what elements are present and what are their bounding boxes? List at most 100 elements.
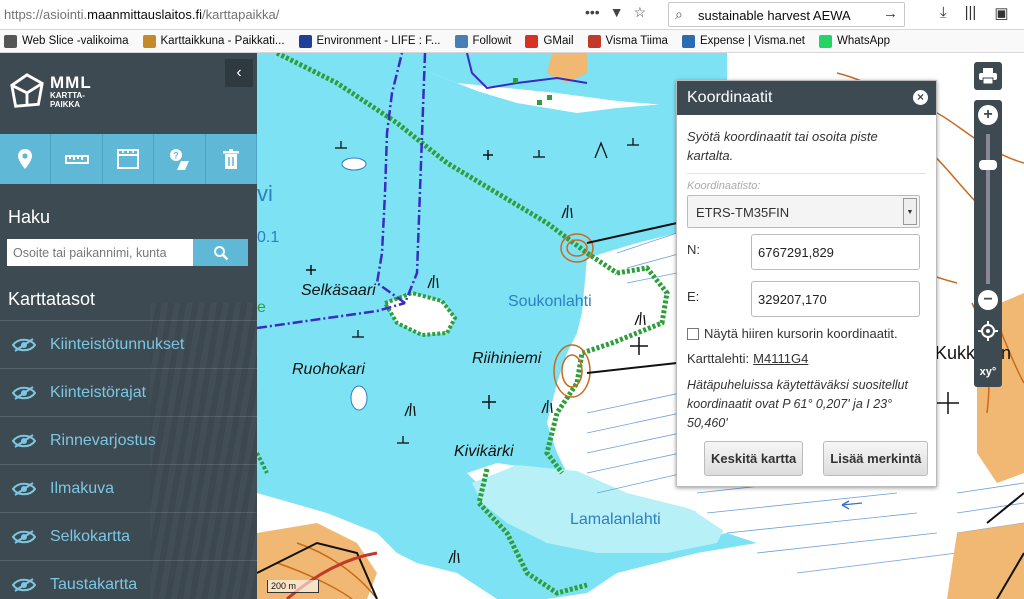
browser-toolbar: https://asiointi.maanmittauslaitos.fi/ka… xyxy=(0,0,1024,30)
place-search-button[interactable] xyxy=(193,239,248,266)
layer-label: Kiinteistörajat xyxy=(50,383,147,401)
e-label: E: xyxy=(687,289,700,304)
n-label: N: xyxy=(687,242,700,257)
visibility-eye-icon[interactable] xyxy=(12,337,36,352)
bookmark-star-icon[interactable]: ☆ xyxy=(634,4,647,21)
bookmark-favicon-icon xyxy=(525,34,539,48)
layer-item[interactable]: Kiinteistötunnukset xyxy=(0,320,257,368)
logo-subtitle-2: PAIKKA xyxy=(50,99,81,109)
sidebar-toggle-icon[interactable]: ▣ xyxy=(994,4,1008,22)
bookmark-item[interactable]: WhatsApp xyxy=(819,34,890,48)
address-bar[interactable]: https://asiointi.maanmittauslaitos.fi/ka… xyxy=(4,7,279,22)
coordinate-system-value: ETRS-TM35FIN xyxy=(696,205,790,220)
label-ruohokari: Ruohokari xyxy=(292,361,365,378)
tool-location[interactable] xyxy=(0,134,52,184)
layer-item[interactable]: Selkokartta xyxy=(0,512,257,560)
zoom-in-button[interactable]: + xyxy=(978,105,998,125)
tool-measure-distance[interactable] xyxy=(51,134,103,184)
bookmark-item[interactable]: Expense | Visma.net xyxy=(681,34,805,48)
layer-label: Kiinteistötunnukset xyxy=(50,335,185,353)
layer-item[interactable]: Kiinteistörajat xyxy=(0,368,257,416)
sidebar: MML KARTTA- PAIKKA ‹ ? Haku Karttatasot … xyxy=(0,53,257,599)
visibility-eye-icon[interactable] xyxy=(12,481,36,496)
visibility-eye-icon[interactable] xyxy=(12,385,36,400)
magnifier-icon xyxy=(213,245,228,260)
coordinate-system-select[interactable]: ETRS-TM35FIN ▼ xyxy=(687,195,920,228)
bookmark-item[interactable]: GMail xyxy=(525,34,574,48)
n-coordinate-input[interactable] xyxy=(751,234,920,270)
bookmark-favicon-icon xyxy=(454,34,468,48)
mml-logo-icon xyxy=(10,73,44,108)
go-arrow-icon[interactable]: → xyxy=(883,5,898,22)
layer-item[interactable]: Ilmakuva xyxy=(0,464,257,512)
center-map-button[interactable]: Keskitä kartta xyxy=(704,441,804,476)
e-coordinate-input[interactable] xyxy=(751,281,920,317)
layer-label: Rinnevarjostus xyxy=(50,431,156,449)
url-prefix: https://asiointi. xyxy=(4,7,88,22)
place-search-input[interactable] xyxy=(7,239,193,266)
tool-row: ? xyxy=(0,134,257,184)
tool-help-location[interactable]: ? xyxy=(154,134,206,184)
layer-item[interactable]: Taustakartta xyxy=(0,560,257,599)
scale-bar: 200 m xyxy=(267,580,319,593)
popup-title: Koordinaatit xyxy=(687,89,773,106)
bookmark-label: Visma Tiima xyxy=(605,35,668,47)
layer-list: Kiinteistötunnukset Kiinteistörajat Rinnev… xyxy=(0,320,257,599)
crosshair-icon xyxy=(978,321,998,341)
layer-label: Ilmakuva xyxy=(50,479,115,497)
add-marker-button[interactable]: Lisää merkintä xyxy=(823,441,929,476)
coordinates-tool-button[interactable]: xy° xyxy=(976,362,1000,382)
search-text: sustainable harvest AEWA xyxy=(698,8,851,23)
label-selkasaari: Selkäsaari xyxy=(301,282,376,299)
bookmark-favicon-icon xyxy=(142,34,156,48)
popup-close-button[interactable]: × xyxy=(913,90,928,105)
map-sheet-link[interactable]: M4111G4 xyxy=(753,351,808,366)
bookmark-item[interactable]: Web Slice -valikoima xyxy=(4,34,129,48)
label-lamalanlahti: Lamalanlahti xyxy=(570,511,661,528)
print-button[interactable] xyxy=(974,62,1002,90)
bookmark-favicon-icon xyxy=(587,34,601,48)
ruler-icon xyxy=(64,155,89,164)
bookmark-favicon-icon xyxy=(819,34,832,48)
bookmark-item[interactable]: Karttaikkuna - Paikkati... xyxy=(142,34,285,48)
show-cursor-coordinates-checkbox[interactable] xyxy=(687,327,699,340)
label-fragment-01: 0.1 xyxy=(257,229,280,246)
url-path: /karttapaikka/ xyxy=(202,7,280,22)
search-icon: ⌕ xyxy=(675,6,683,22)
layer-item[interactable]: Rinnevarjostus xyxy=(0,416,257,464)
zoom-control: + − xy° xyxy=(974,100,1002,387)
search-box[interactable]: ⌕ sustainable harvest AEWA → xyxy=(668,2,905,27)
visibility-eye-icon[interactable] xyxy=(12,577,36,592)
zoom-out-button[interactable]: − xyxy=(978,290,998,310)
collapse-sidebar-button[interactable]: ‹ xyxy=(225,59,253,87)
close-icon: × xyxy=(916,90,924,104)
url-domain: maanmittauslaitos.fi xyxy=(87,7,202,22)
area-ruler-icon xyxy=(116,149,139,169)
print-control xyxy=(974,62,1002,90)
tool-measure-area[interactable] xyxy=(103,134,155,184)
bookmark-label: Karttaikkuna - Paikkati... xyxy=(160,35,285,47)
logo[interactable]: MML KARTTA- PAIKKA xyxy=(8,61,92,121)
pocket-icon[interactable]: ▼ xyxy=(610,4,624,21)
bookmark-item[interactable]: Followit xyxy=(454,34,511,48)
label-kivikarki: Kivikärki xyxy=(454,443,514,460)
library-icon[interactable]: ||| xyxy=(965,4,977,22)
show-cursor-coordinates[interactable]: Näytä hiiren kursorin koordinaatit. xyxy=(687,326,926,341)
bookmark-label: Web Slice -valikoima xyxy=(22,35,129,47)
more-icon[interactable]: ••• xyxy=(585,4,600,21)
sand-area-se xyxy=(947,523,1024,599)
minus-icon: − xyxy=(983,291,993,308)
show-cursor-coordinates-label: Näytä hiiren kursorin koordinaatit. xyxy=(704,326,898,341)
dropdown-arrow-icon: ▼ xyxy=(903,198,917,225)
island-small-2 xyxy=(350,385,368,411)
zoom-track[interactable] xyxy=(986,134,990,284)
visibility-eye-icon[interactable] xyxy=(12,433,36,448)
zoom-slider-handle[interactable] xyxy=(979,160,997,170)
bookmark-item[interactable]: Environment - LIFE : F... xyxy=(298,34,441,48)
tool-delete[interactable] xyxy=(206,134,257,184)
my-location-button[interactable] xyxy=(978,321,998,341)
visibility-eye-icon[interactable] xyxy=(12,529,36,544)
plus-icon: + xyxy=(983,106,993,123)
bookmark-item[interactable]: Visma Tiima xyxy=(587,34,668,48)
download-icon[interactable]: ⤓ xyxy=(940,4,947,22)
